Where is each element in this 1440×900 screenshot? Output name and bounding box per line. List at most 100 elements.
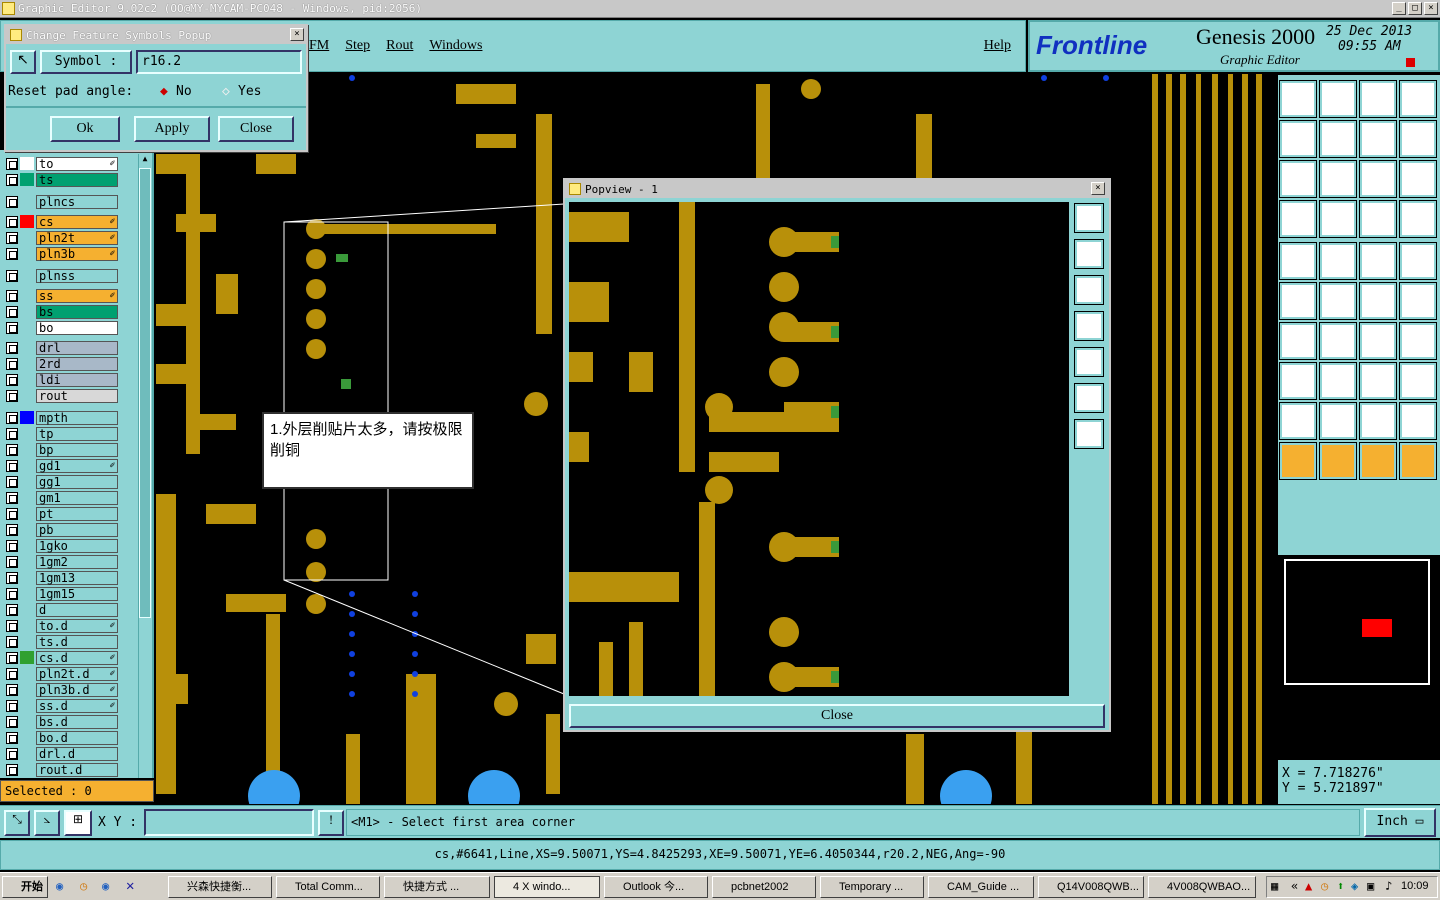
layer-row-pt[interactable]: pt	[6, 506, 118, 521]
layer-checkbox[interactable]	[6, 411, 18, 424]
snap-tool-icon[interactable]: ⤡	[4, 810, 30, 836]
layer-row-1gm13[interactable]: 1gm13	[6, 570, 118, 585]
layer-name[interactable]: rout	[36, 388, 118, 403]
layer-name[interactable]: bo.d	[36, 730, 118, 745]
triangle-icon[interactable]	[1279, 402, 1317, 440]
popup-close-icon[interactable]: ×	[290, 28, 304, 41]
layer-name[interactable]: 1gm13	[36, 570, 118, 585]
a-cross-icon[interactable]	[1399, 402, 1437, 440]
layer-name[interactable]: ss ✐	[36, 288, 118, 303]
layer-row-d[interactable]: d	[6, 602, 118, 617]
layer-name[interactable]: rout.d	[36, 762, 118, 777]
layer-color-swatch[interactable]	[20, 411, 34, 424]
segment-icon[interactable]	[1399, 282, 1437, 320]
layer-checkbox[interactable]	[6, 389, 18, 402]
layer-color-swatch[interactable]	[20, 683, 34, 696]
layer-name[interactable]: ss.d ✐	[36, 698, 118, 713]
layer-name[interactable]: 2rd	[36, 356, 118, 371]
tray-app-icon[interactable]: ◈	[1351, 879, 1358, 893]
pointer-icon[interactable]	[1279, 442, 1317, 480]
layer-color-swatch[interactable]	[20, 603, 34, 616]
layer-row-drl[interactable]: drl	[6, 340, 118, 355]
layer-checkbox[interactable]	[6, 651, 18, 664]
layer-color-swatch[interactable]	[20, 459, 34, 472]
layer-color-swatch[interactable]	[20, 389, 34, 402]
layer-color-swatch[interactable]	[20, 427, 34, 440]
popview-canvas[interactable]	[569, 202, 1069, 696]
layer-color-swatch[interactable]	[20, 289, 34, 302]
mirror-icon[interactable]	[1399, 322, 1437, 360]
layer-row-pln3b[interactable]: pln3b ✐	[6, 246, 118, 261]
help-icon[interactable]	[1399, 160, 1437, 198]
layer-checkbox[interactable]	[6, 373, 18, 386]
move-right-icon[interactable]	[1319, 120, 1357, 158]
layer-checkbox[interactable]	[6, 619, 18, 632]
radio-no-label[interactable]: No	[176, 84, 192, 99]
layer-checkbox[interactable]	[6, 247, 18, 260]
layer-checkbox[interactable]	[6, 699, 18, 712]
menu-fm[interactable]: FM	[309, 38, 329, 54]
layers-alt-icon[interactable]	[1399, 200, 1437, 238]
ruler-icon[interactable]	[1359, 242, 1397, 280]
layer-checkbox[interactable]	[6, 305, 18, 318]
layer-color-swatch[interactable]	[20, 763, 34, 776]
layer-color-swatch[interactable]	[20, 231, 34, 244]
radio-yes-icon[interactable]: ◇	[222, 84, 230, 99]
grid-icon[interactable]	[1319, 200, 1357, 238]
layer-name[interactable]: gm1	[36, 490, 118, 505]
apply-button[interactable]: Apply	[134, 116, 210, 142]
layer-checkbox[interactable]	[6, 475, 18, 488]
layer-color-swatch[interactable]	[20, 587, 34, 600]
save-icon[interactable]	[1319, 80, 1357, 118]
layer-color-swatch[interactable]	[20, 523, 34, 536]
taskbar-task-button[interactable]: Total Comm...	[276, 876, 380, 898]
layer-checkbox[interactable]	[6, 635, 18, 648]
ok-button[interactable]: Ok	[50, 116, 120, 142]
angle-icon[interactable]	[1279, 322, 1317, 360]
zoom-out-icon[interactable]	[1074, 419, 1104, 449]
layer-color-swatch[interactable]	[20, 443, 34, 456]
taskbar-task-button[interactable]: 4 X windo...	[494, 876, 600, 898]
pick-symbol-arrow-icon[interactable]: ↖	[10, 50, 36, 74]
menu-rout[interactable]: Rout	[386, 38, 413, 54]
radio-yes-label[interactable]: Yes	[238, 84, 261, 99]
layer-name[interactable]: to ✐	[36, 156, 118, 171]
layer-checkbox[interactable]	[6, 459, 18, 472]
layer-row-gg1[interactable]: gg1	[6, 474, 118, 489]
layer-name[interactable]: pt	[36, 506, 118, 521]
layer-name[interactable]: drl	[36, 340, 118, 355]
layer-checkbox[interactable]	[6, 747, 18, 760]
layer-color-swatch[interactable]	[20, 373, 34, 386]
layer-row-to.d[interactable]: to.d ✐	[6, 618, 118, 633]
layer-name[interactable]: pln2t.d ✐	[36, 666, 118, 681]
layer-row-bo[interactable]: bo	[6, 320, 118, 335]
layer-color-swatch[interactable]	[20, 619, 34, 632]
menu-help[interactable]: Help	[984, 38, 1011, 54]
minimize-button[interactable]: _	[1392, 2, 1406, 15]
layer-checkbox[interactable]	[6, 715, 18, 728]
layer-row-bs[interactable]: bs	[6, 304, 118, 319]
layer-row-ts.d[interactable]: ts.d	[6, 634, 118, 649]
units-selector[interactable]: Inch ▭	[1364, 808, 1436, 837]
tray-network-icon[interactable]: ⬆	[1337, 879, 1344, 893]
layer-color-swatch[interactable]	[20, 215, 34, 228]
scroll-thumb[interactable]	[139, 168, 151, 618]
layer-name[interactable]: pln2t ✐	[36, 230, 118, 245]
layer-row-gd1[interactable]: gd1 ✐	[6, 458, 118, 473]
layer-checkbox[interactable]	[6, 215, 18, 228]
scale-icon[interactable]	[1359, 160, 1397, 198]
layer-name[interactable]: 1gm15	[36, 586, 118, 601]
layer-row-plncs[interactable]: plncs	[6, 194, 118, 209]
quicklaunch-clock-icon[interactable]: ◷	[80, 879, 87, 893]
layer-name[interactable]: plnss	[36, 268, 118, 283]
layer-color-swatch[interactable]	[20, 305, 34, 318]
taskbar-task-button[interactable]: Temporary ...	[820, 876, 924, 898]
layer-color-swatch[interactable]	[20, 341, 34, 354]
layer-checkbox[interactable]	[6, 507, 18, 520]
window-icon[interactable]	[1399, 80, 1437, 118]
center-icon[interactable]	[1319, 160, 1357, 198]
pan-left-icon[interactable]	[1074, 311, 1104, 341]
layer-name[interactable]: pln3b ✐	[36, 246, 118, 261]
layer-row-1gko[interactable]: 1gko	[6, 538, 118, 553]
layer-checkbox[interactable]	[6, 157, 18, 170]
